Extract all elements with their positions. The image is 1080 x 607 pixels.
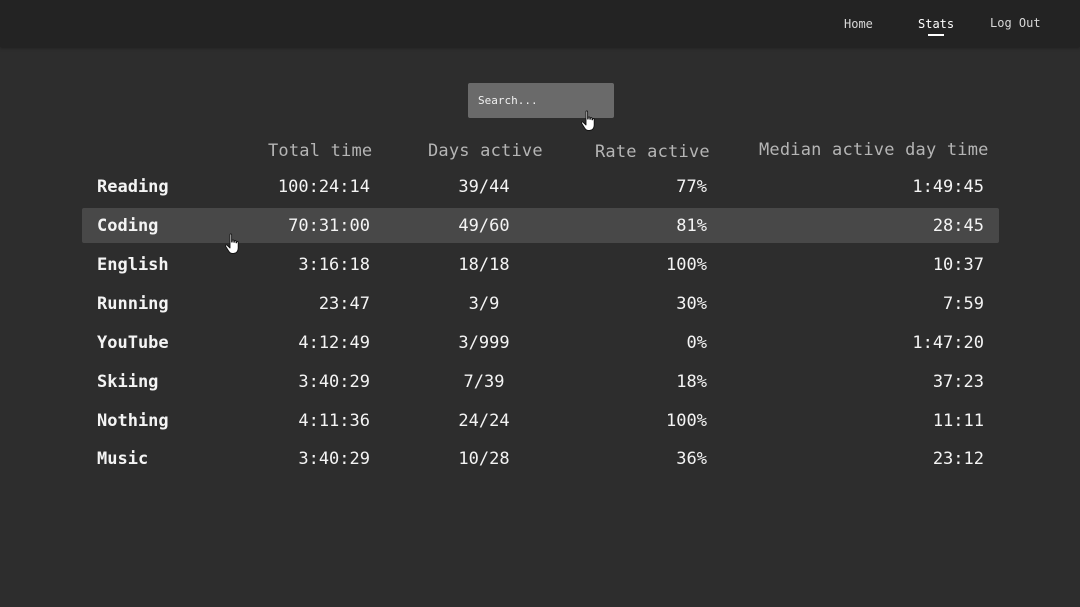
row-activity-name: YouTube [97, 333, 169, 353]
row-median-time: 7:59 [943, 294, 984, 314]
header-days-active: Days active [428, 141, 543, 161]
nav-stats-link[interactable]: Stats [918, 17, 954, 31]
row-days-active: 3/999 [458, 333, 510, 353]
row-rate-active: 77% [676, 177, 707, 197]
row-days-active: 3/9 [468, 294, 500, 314]
row-activity-name: English [97, 255, 169, 275]
table-row-music[interactable]: Music 3:40:29 10/28 36% 23:12 [82, 441, 999, 476]
row-days-active: 7/39 [463, 372, 505, 392]
row-median-time: 23:12 [932, 449, 984, 469]
row-total-time: 4:12:49 [298, 333, 370, 353]
row-activity-name: Skiing [97, 372, 159, 392]
row-total-time: 70:31:00 [288, 216, 370, 236]
row-median-time: 1:47:20 [912, 333, 984, 353]
row-total-time: 3:40:29 [298, 372, 370, 392]
row-median-time: 10:37 [932, 255, 984, 275]
header-rate-active: Rate active [595, 142, 710, 162]
row-total-time: 3:40:29 [298, 449, 370, 469]
row-rate-active: 36% [676, 449, 707, 469]
table-row-english[interactable]: English 3:16:18 18/18 100% 10:37 [82, 247, 999, 282]
row-median-time: 1:49:45 [912, 177, 984, 197]
row-activity-name: Running [97, 294, 169, 314]
row-days-active: 49/60 [458, 216, 510, 236]
row-rate-active: 18% [676, 372, 707, 392]
header-median-active-day-time: Median active day time [759, 140, 989, 160]
row-median-time: 28:45 [932, 216, 984, 236]
row-rate-active: 81% [676, 216, 707, 236]
row-total-time: 3:16:18 [298, 255, 370, 275]
row-activity-name: Reading [97, 177, 169, 197]
row-total-time: 100:24:14 [277, 177, 370, 197]
nav-logout-link[interactable]: Log Out [990, 16, 1041, 30]
table-row-skiing[interactable]: Skiing 3:40:29 7/39 18% 37:23 [82, 364, 999, 399]
active-tab-underline [928, 34, 944, 36]
row-activity-name: Coding [97, 216, 159, 236]
row-days-active: 18/18 [458, 255, 510, 275]
hand-pointer-icon [225, 233, 239, 254]
row-days-active: 39/44 [458, 177, 510, 197]
row-median-time: 37:23 [932, 372, 984, 392]
table-row-youtube[interactable]: YouTube 4:12:49 3/999 0% 1:47:20 [82, 325, 999, 360]
table-row-nothing[interactable]: Nothing 4:11:36 24/24 100% 11:11 [82, 403, 999, 438]
top-navigation-bar: Home Stats Log Out [0, 0, 1080, 47]
table-row-coding[interactable]: Coding 70:31:00 49/60 81% 28:45 [82, 208, 999, 243]
row-rate-active: 100% [666, 411, 707, 431]
table-row-reading[interactable]: Reading 100:24:14 39/44 77% 1:49:45 [82, 169, 999, 204]
row-rate-active: 30% [676, 294, 707, 314]
row-total-time: 23:47 [318, 294, 370, 314]
row-days-active: 10/28 [458, 449, 510, 469]
row-activity-name: Nothing [97, 411, 169, 431]
row-median-time: 11:11 [932, 411, 984, 431]
row-days-active: 24/24 [458, 411, 510, 431]
row-total-time: 4:11:36 [298, 411, 370, 431]
row-rate-active: 100% [666, 255, 707, 275]
table-row-running[interactable]: Running 23:47 3/9 30% 7:59 [82, 286, 999, 321]
hand-pointer-icon [581, 110, 595, 131]
row-rate-active: 0% [686, 333, 707, 353]
row-activity-name: Music [97, 449, 149, 469]
nav-home-link[interactable]: Home [844, 17, 873, 31]
header-total-time: Total time [268, 141, 373, 161]
